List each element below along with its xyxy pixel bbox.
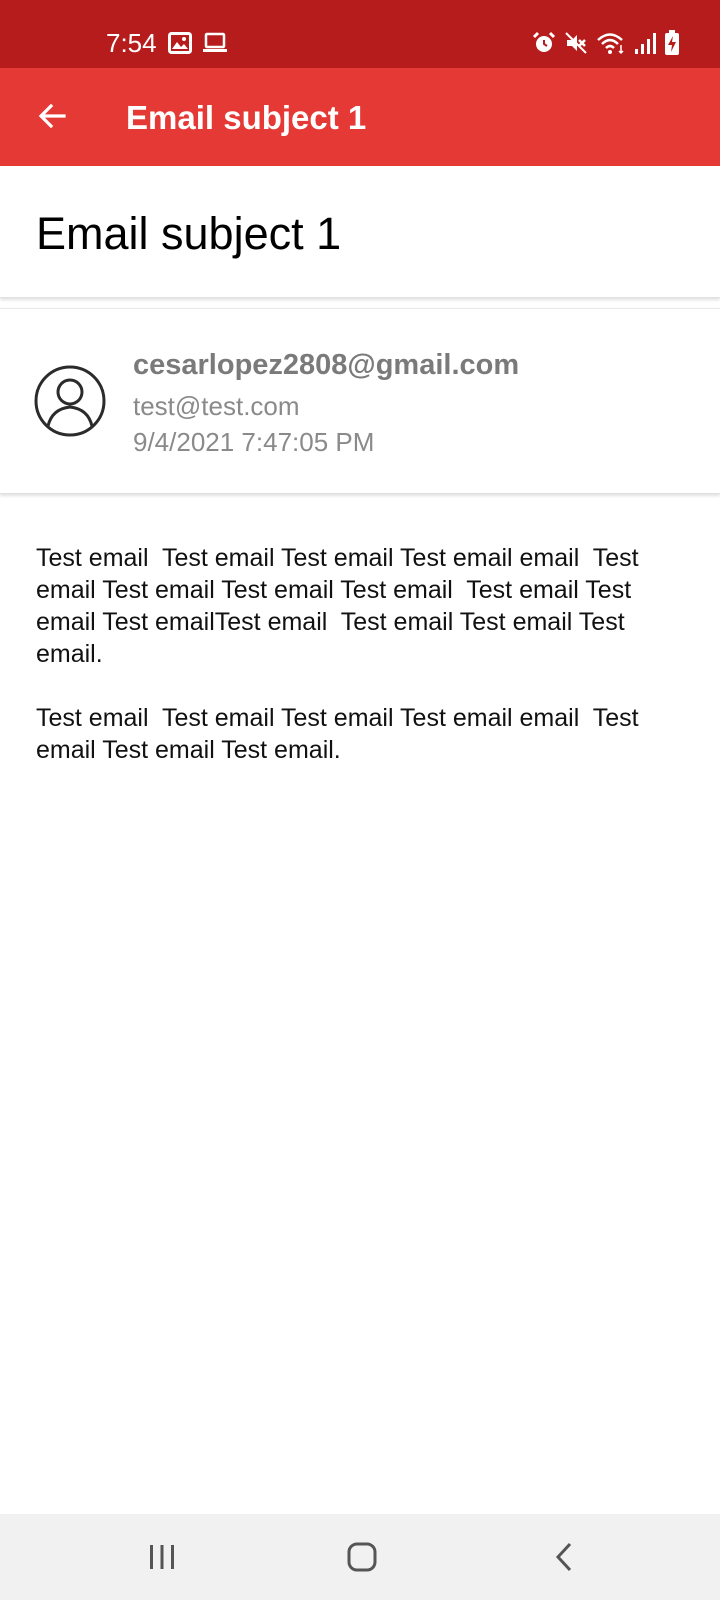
home-icon bbox=[347, 1542, 377, 1572]
arrow-back-icon bbox=[38, 103, 66, 129]
battery-charging-icon bbox=[665, 30, 679, 55]
app-bar-title: Email subject 1 bbox=[126, 99, 367, 136]
recipient-email: test@test.com bbox=[133, 391, 300, 421]
home-button[interactable] bbox=[332, 1532, 392, 1582]
email-paragraph: Test email Test email Test email Test em… bbox=[36, 704, 646, 764]
email-subject: Email subject 1 bbox=[36, 208, 342, 259]
recent-apps-icon bbox=[150, 1545, 174, 1569]
laptop-icon bbox=[203, 32, 227, 52]
status-left-icons bbox=[168, 32, 228, 56]
system-back-button[interactable] bbox=[534, 1532, 594, 1582]
avatar-icon bbox=[34, 365, 106, 437]
email-date: 9/4/2021 7:47:05 PM bbox=[133, 427, 375, 457]
subject-card: Email subject 1 bbox=[0, 166, 720, 298]
email-paragraph: Test email Test email Test email Test em… bbox=[36, 544, 646, 668]
mute-icon bbox=[565, 32, 587, 54]
wifi-icon bbox=[597, 33, 624, 55]
system-nav-bar bbox=[0, 1514, 720, 1600]
status-bar: 7:54 bbox=[0, 0, 720, 68]
back-button[interactable] bbox=[26, 90, 78, 142]
alarm-icon bbox=[532, 31, 556, 52]
email-body: Test email Test email Test email Test em… bbox=[36, 542, 686, 798]
back-icon bbox=[555, 1542, 572, 1572]
app-bar: Email subject 1 bbox=[0, 68, 720, 166]
sender-card: cesarlopez2808@gmail.com test@test.com 9… bbox=[0, 308, 720, 494]
status-right-icons bbox=[532, 30, 680, 56]
recent-apps-button[interactable] bbox=[132, 1532, 192, 1582]
signal-icon bbox=[635, 33, 656, 54]
email-detail-screen: 7:54 Email subject 1 Email subject 1 ces… bbox=[0, 0, 720, 1600]
sender-email: cesarlopez2808@gmail.com bbox=[133, 349, 520, 381]
status-time: 7:54 bbox=[106, 28, 157, 58]
image-icon bbox=[168, 32, 192, 54]
